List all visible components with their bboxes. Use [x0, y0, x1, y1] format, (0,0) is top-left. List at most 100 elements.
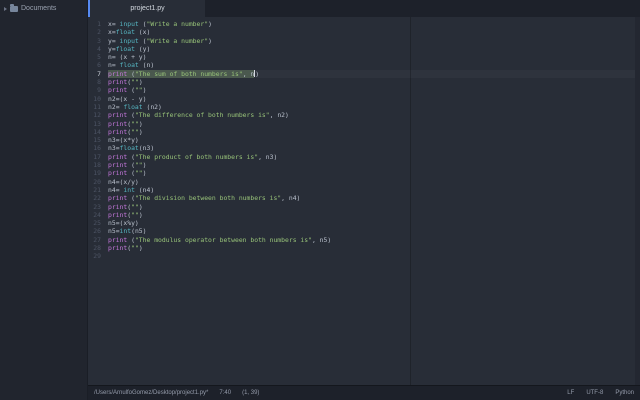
code-lines: x= input ("Write a number") x=float (x) y=…: [104, 20, 640, 261]
code-token: print: [108, 244, 128, 253]
encoding-status[interactable]: UTF-8: [586, 390, 603, 396]
line-number[interactable]: 6: [88, 61, 101, 69]
code-line[interactable]: print ("The division between both number…: [108, 194, 640, 202]
code-line[interactable]: n4=(x/y): [108, 178, 640, 186]
line-number[interactable]: 19: [88, 169, 101, 177]
line-number[interactable]: 8: [88, 78, 101, 86]
code-line[interactable]: n= (x + y): [108, 53, 640, 61]
line-number[interactable]: 23: [88, 203, 101, 211]
code-line[interactable]: print ("The modulus operator between bot…: [108, 236, 640, 244]
code-token: input: [119, 36, 139, 45]
code-token: (x): [134, 28, 151, 37]
line-number[interactable]: 14: [88, 128, 101, 136]
code-token: (: [127, 152, 135, 161]
code-line[interactable]: print ("The difference of both numbers i…: [108, 111, 640, 119]
code-token: n4=: [108, 185, 124, 194]
code-token: "The product of both numbers is": [134, 152, 259, 161]
scrollbar-track[interactable]: [635, 17, 640, 385]
line-number[interactable]: 22: [88, 194, 101, 202]
line-number[interactable]: 7: [88, 70, 101, 78]
line-number[interactable]: 11: [88, 103, 101, 111]
file-path-status[interactable]: /Users/ArnulfoGomez/Desktop/project1.py*: [94, 390, 208, 396]
code-line[interactable]: print (""): [108, 86, 640, 94]
line-number[interactable]: 5: [88, 53, 101, 61]
code-line[interactable]: print (""): [108, 161, 640, 169]
code-token: print: [108, 111, 128, 120]
line-number[interactable]: 2: [88, 28, 101, 36]
code-token: (: [138, 20, 147, 28]
line-number[interactable]: 17: [88, 153, 101, 161]
code-token: print: [108, 235, 128, 244]
code-token: "": [134, 86, 143, 95]
editor-pane: project1.py 1 2 3 4 5 6 7 8 9 10 11 12 13 14 15 16 17 18 1…: [88, 0, 640, 400]
line-number[interactable]: 20: [88, 178, 101, 186]
line-number[interactable]: 29: [88, 252, 101, 260]
line-number[interactable]: 10: [88, 95, 101, 103]
code-token: "": [131, 127, 139, 136]
code-token: print: [108, 86, 128, 95]
code-line[interactable]: print(""): [108, 203, 640, 211]
code-token: print: [108, 152, 128, 161]
line-number[interactable]: 21: [88, 186, 101, 194]
code-line[interactable]: n5=int(n5): [108, 227, 640, 235]
code-line[interactable]: n2= float (n2): [108, 103, 640, 111]
line-number[interactable]: 12: [88, 111, 101, 119]
code-token: (: [127, 69, 135, 78]
line-number[interactable]: 15: [88, 136, 101, 144]
code-line[interactable]: print ("The product of both numbers is",…: [108, 153, 640, 161]
code-line[interactable]: print(""): [108, 120, 640, 128]
code-token: (: [127, 169, 135, 178]
code-token: (n3): [138, 144, 155, 153]
code-line[interactable]: y=float (y): [108, 45, 640, 53]
line-number[interactable]: 16: [88, 144, 101, 152]
code-line[interactable]: print(""): [108, 211, 640, 219]
code-token: n= (x + y): [108, 53, 147, 62]
code-line[interactable]: print (""): [108, 169, 640, 177]
line-number[interactable]: 24: [88, 211, 101, 219]
code-line[interactable]: n3=float(n3): [108, 144, 640, 152]
selection-count-status[interactable]: (1, 39): [242, 390, 259, 396]
code-token: "": [134, 161, 143, 170]
language-status[interactable]: Python: [615, 390, 634, 396]
code-line[interactable]: y= input ("Write a number"): [108, 37, 640, 45]
line-number[interactable]: 3: [88, 37, 101, 45]
code-line[interactable]: x=float (x): [108, 28, 640, 36]
code-token: , n: [242, 69, 255, 78]
line-number[interactable]: 13: [88, 120, 101, 128]
code-line[interactable]: x= input ("Write a number"): [108, 20, 640, 28]
code-token: ): [138, 78, 143, 87]
code-token: int: [123, 185, 135, 194]
code-line[interactable]: [108, 252, 640, 260]
line-number[interactable]: 1: [88, 20, 101, 28]
line-number[interactable]: 4: [88, 45, 101, 53]
code-line[interactable]: print(""): [108, 128, 640, 136]
line-number[interactable]: 27: [88, 236, 101, 244]
code-token: "": [134, 169, 143, 178]
wrap-guide-line: [410, 17, 411, 385]
code-line[interactable]: n3=(x*y): [108, 136, 640, 144]
tab-project1-py[interactable]: project1.py: [88, 0, 205, 17]
sidebar-item-documents[interactable]: Documents: [0, 2, 87, 15]
code-token: ): [142, 169, 147, 178]
code-editor[interactable]: 1 2 3 4 5 6 7 8 9 10 11 12 13 14 15 16 17 18 19 20 21 22 23 24 2…: [88, 17, 640, 385]
line-number[interactable]: 26: [88, 227, 101, 235]
code-line[interactable]: print ("The sum of both numbers is", n): [108, 69, 640, 78]
code-token: (: [127, 161, 135, 170]
code-line[interactable]: n5=(x%y): [108, 219, 640, 227]
line-number[interactable]: 18: [88, 161, 101, 169]
code-line[interactable]: n2=(x - y): [108, 95, 640, 103]
code-token: ): [142, 86, 147, 95]
code-line[interactable]: print(""): [108, 78, 640, 86]
line-number[interactable]: 25: [88, 219, 101, 227]
chevron-right-icon[interactable]: [4, 6, 7, 11]
code-token: , n4): [281, 194, 301, 203]
line-number[interactable]: 28: [88, 244, 101, 252]
code-line[interactable]: n= float (n): [108, 61, 640, 69]
line-ending-status[interactable]: LF: [567, 390, 574, 396]
code-line[interactable]: n4= int (n4): [108, 186, 640, 194]
cursor-position-status[interactable]: 7:40: [219, 390, 231, 396]
code-line[interactable]: print(""): [108, 244, 640, 252]
tree-view-sidebar: Documents: [0, 0, 88, 400]
line-number[interactable]: 9: [88, 86, 101, 94]
status-bar: /Users/ArnulfoGomez/Desktop/project1.py*…: [88, 385, 640, 400]
